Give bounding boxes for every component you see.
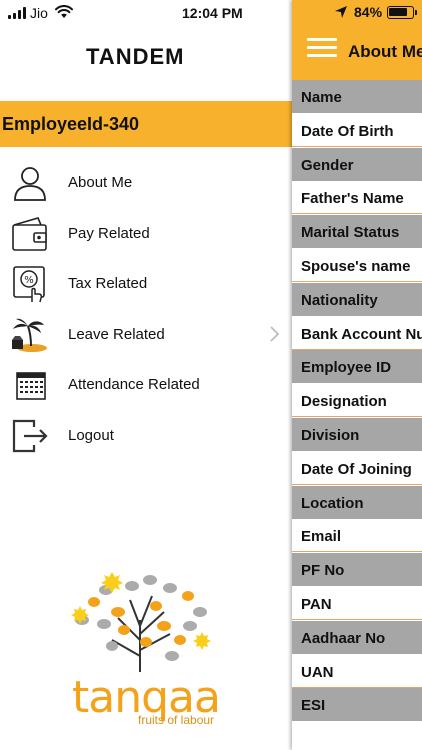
profile-field-label: ESI <box>301 697 326 715</box>
profile-field-row: Spouse's name <box>292 249 422 282</box>
employee-id-bar: EmployeeId-340 <box>0 101 292 147</box>
page-title: About Me <box>348 42 422 61</box>
profile-field-row: Father's Name <box>292 181 422 215</box>
location-arrow-icon <box>335 6 347 18</box>
profile-field-row: Marital Status <box>292 215 422 249</box>
tanqaa-tagline: fruits of labour <box>138 713 215 727</box>
profile-field-row: Date Of Joining <box>292 451 422 485</box>
beach-island-icon <box>12 318 47 352</box>
profile-field-label: Gender <box>301 156 354 174</box>
menu-label-leave-related: Leave Related <box>68 326 165 343</box>
profile-field-label: Designation <box>301 393 387 411</box>
profile-field-row: Gender <box>292 147 422 181</box>
menu-item-tax-related[interactable]: % Tax Related <box>0 261 292 307</box>
tax-percent-icon: % <box>13 266 45 303</box>
profile-field-row: Location <box>292 485 422 519</box>
menu-item-attendance-related[interactable]: Attendance Related <box>0 362 292 408</box>
profile-field-row: Name <box>292 80 422 113</box>
cellular-signal-icon <box>8 7 26 19</box>
profile-field-label: Location <box>301 494 364 512</box>
menu-item-about-me[interactable]: About Me <box>0 160 292 206</box>
about-me-header: 84% About Me <box>292 0 422 80</box>
profile-field-row: Aadhaar No <box>292 620 422 654</box>
profile-field-row: Bank Account Number <box>292 316 422 350</box>
profile-field-row: Division <box>292 418 422 451</box>
profile-field-row: Email <box>292 519 422 553</box>
menu-label-tax-related: Tax Related <box>68 275 148 292</box>
profile-field-row: ESI <box>292 688 422 722</box>
about-me-panel: 84% About Me Name Date Of Birth Gender Fath… <box>292 0 422 750</box>
menu-label-logout: Logout <box>68 427 114 444</box>
status-time: 12:04 PM <box>182 5 243 21</box>
profile-field-label: Spouse's name <box>301 258 411 275</box>
profile-field-label: PAN <box>301 596 332 613</box>
profile-field-label: Date Of Birth <box>301 122 394 140</box>
profile-field-label: Bank Account Number <box>301 325 422 343</box>
menu-label-about-me: About Me <box>68 174 133 191</box>
profile-field-row: PF No <box>292 553 422 587</box>
hamburger-menu-icon[interactable] <box>307 38 337 58</box>
menu-label-pay-related: Pay Related <box>68 225 150 242</box>
menu-item-leave-related[interactable]: Leave Related <box>0 312 292 358</box>
profile-field-label: PF No <box>301 562 345 580</box>
profile-field-label: Name <box>301 89 342 106</box>
profile-field-row: Date Of Birth <box>292 113 422 147</box>
navigation-drawer: Jio 12:04 PM TANDEM EmployeeId-340 About… <box>0 0 292 750</box>
person-icon <box>14 167 46 201</box>
battery-percent: 84% <box>354 4 383 20</box>
battery-fill <box>389 8 408 16</box>
profile-field-label: Father's Name <box>301 190 404 208</box>
battery-icon <box>387 6 417 19</box>
profile-field-label: Aadhaar No <box>301 629 386 647</box>
profile-field-label: Nationality <box>301 291 378 309</box>
profile-field-label: Email <box>301 528 342 546</box>
profile-field-label: Date Of Joining <box>301 460 412 478</box>
profile-field-row: PAN <box>292 587 422 620</box>
svg-text:%: % <box>24 275 34 286</box>
employee-id-label: EmployeeId-340 <box>2 114 140 134</box>
profile-field-label: Employee ID <box>301 359 392 377</box>
profile-field-label: Marital Status <box>301 224 400 242</box>
profile-field-row: UAN <box>292 654 422 688</box>
chevron-right-icon <box>270 326 280 342</box>
profile-field-label: Division <box>301 427 360 444</box>
carrier-name: Jio <box>30 5 48 21</box>
wifi-icon <box>55 5 73 18</box>
menu-item-logout[interactable]: Logout <box>0 413 292 459</box>
wallet-icon <box>12 217 47 251</box>
profile-field-label: UAN <box>301 663 334 681</box>
tandem-brand-logo: TANDEM <box>86 44 185 69</box>
profile-field-row: Employee ID <box>292 350 422 384</box>
status-bar-left: Jio 12:04 PM <box>0 0 292 28</box>
menu-label-attendance-related: Attendance Related <box>68 376 200 393</box>
profile-field-row: Nationality <box>292 282 422 316</box>
menu-item-pay-related[interactable]: Pay Related <box>0 211 292 257</box>
calendar-icon <box>16 372 46 400</box>
logout-icon <box>12 419 48 453</box>
profile-field-row: Designation <box>292 384 422 418</box>
